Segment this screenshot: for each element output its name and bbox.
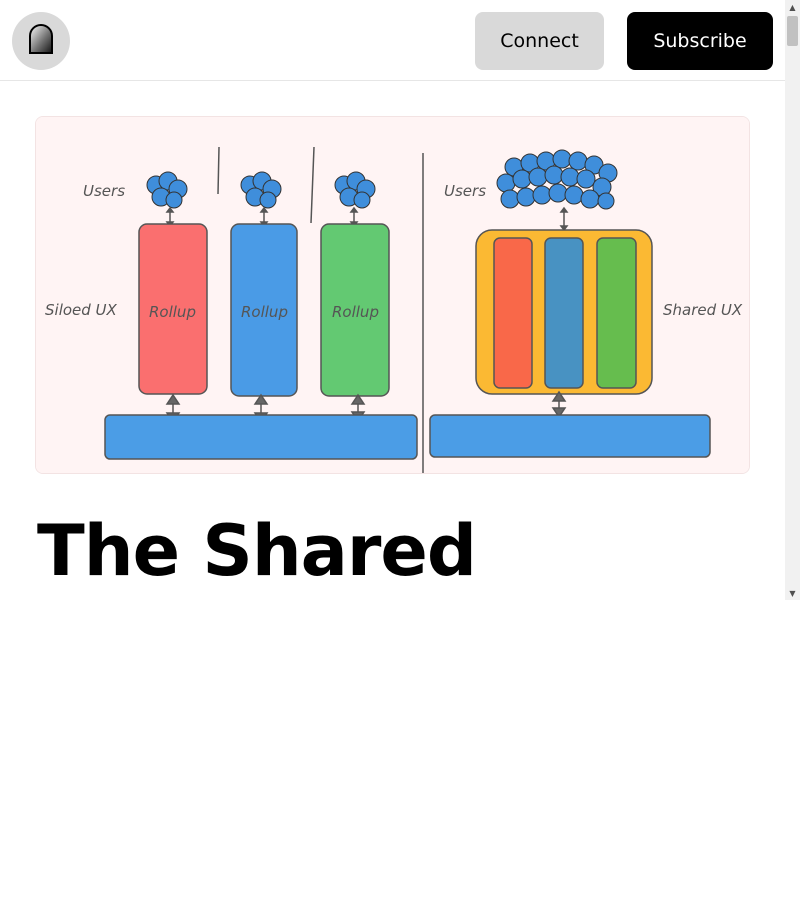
connect-button[interactable]: Connect	[475, 12, 604, 70]
shared-rollup-blue	[544, 237, 584, 389]
users-label-left: Users	[83, 182, 125, 200]
subscribe-button[interactable]: Subscribe	[627, 12, 773, 70]
vertical-scrollbar[interactable]: ▲ ▼	[785, 0, 800, 600]
site-logo[interactable]	[12, 12, 70, 70]
scroll-thumb[interactable]	[787, 16, 798, 46]
site-header: Connect Subscribe	[0, 0, 785, 81]
rollup-label: Rollup	[332, 303, 379, 321]
base-layer-left	[104, 414, 418, 460]
shared-rollup-red	[493, 237, 533, 389]
users-cloud-icon	[496, 149, 618, 210]
rollup-diagram: Users Siloed UX Rollup Rollup Rollup Use…	[36, 117, 749, 473]
page-viewport: Connect Subscribe Users Siloed UX Rollup…	[0, 0, 800, 600]
rollup-label: Rollup	[149, 303, 196, 321]
scroll-up-arrow-icon[interactable]: ▲	[785, 0, 800, 14]
base-layer-right	[429, 414, 711, 458]
hero-image: Users Siloed UX Rollup Rollup Rollup Use…	[35, 116, 750, 474]
siloed-ux-label: Siloed UX	[45, 301, 118, 319]
rollup-label: Rollup	[241, 303, 288, 321]
shared-ux-label: Shared UX	[663, 301, 743, 319]
users-label-right: Users	[444, 182, 486, 200]
arch-logo-icon	[28, 24, 54, 58]
article-title: The Shared	[37, 510, 477, 592]
shared-rollup-green	[596, 237, 637, 389]
scroll-down-arrow-icon[interactable]: ▼	[785, 586, 800, 600]
divider-line	[217, 146, 220, 195]
